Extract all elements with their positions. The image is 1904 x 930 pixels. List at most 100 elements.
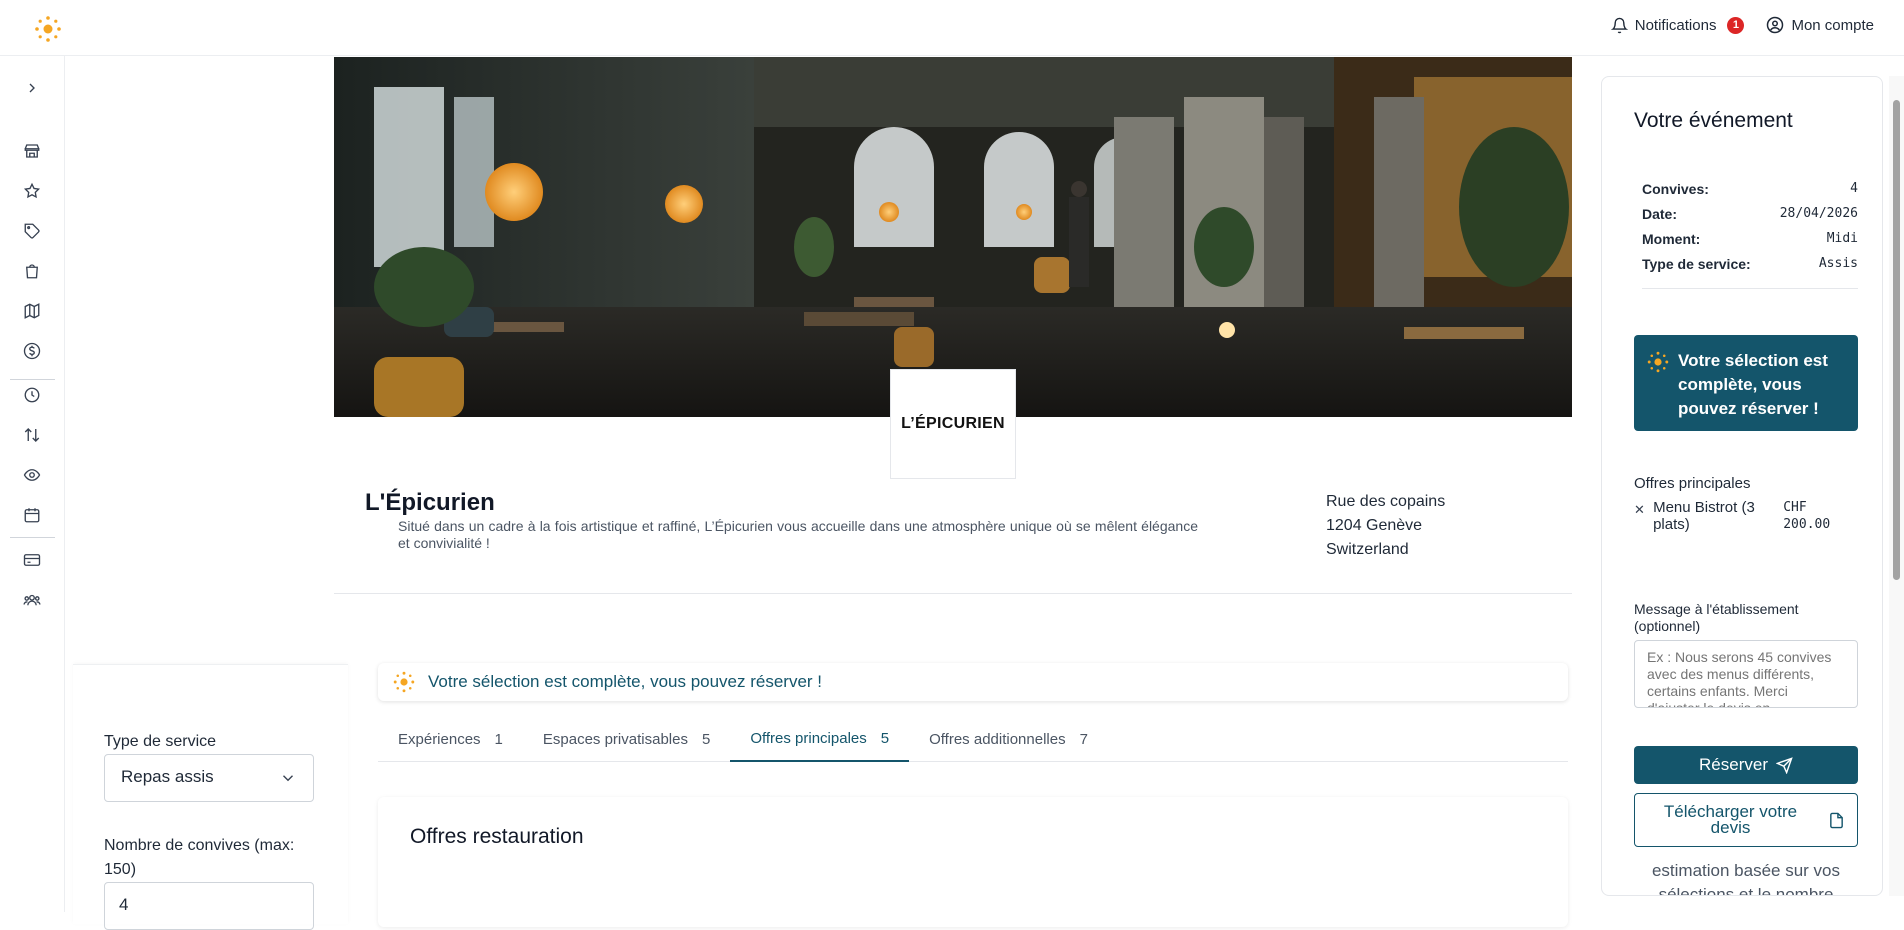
catering-offers-card: Offres restauration — [378, 797, 1568, 927]
event-row-key: Type de service: — [1642, 256, 1751, 272]
app-logo-icon[interactable] — [33, 14, 63, 44]
tab-experiences[interactable]: Expériences 1 — [378, 717, 523, 762]
sidebar-item-orders[interactable] — [21, 260, 43, 282]
guests-value: 4 — [119, 895, 129, 914]
tab-count: 1 — [494, 731, 503, 748]
account-label: Mon compte — [1791, 16, 1874, 34]
restaurant-hero-image — [334, 57, 1572, 417]
chevron-right-icon — [29, 83, 35, 93]
notice-text: Votre sélection est complète, vous pouve… — [1678, 351, 1828, 418]
selected-offer: ✕ Menu Bistrot (3 plats) CHF 200.00 — [1634, 499, 1858, 533]
sidebar-item-map[interactable] — [21, 300, 43, 322]
quote-label: Télécharger votre devis — [1663, 802, 1798, 837]
main-offers-heading: Offres principales — [1634, 475, 1751, 492]
bell-icon — [1610, 17, 1628, 33]
message-label: Message à l'établissement (optionnel) — [1634, 601, 1799, 634]
document-icon — [1830, 812, 1843, 828]
star-icon — [23, 182, 41, 199]
offer-tabs: Expériences 1 Espaces privatisables 5 Of… — [378, 717, 1568, 762]
tab-label: Offres additionnelles — [929, 731, 1066, 748]
transfer-icon — [24, 428, 40, 442]
clock-icon — [24, 387, 40, 403]
restaurant-name: L'Épicurien — [365, 489, 495, 516]
download-quote-button[interactable]: Télécharger votre devis — [1634, 793, 1858, 847]
sun-icon — [1647, 351, 1669, 373]
notifications-button[interactable]: Notifications 1 — [1610, 16, 1745, 34]
tab-label: Espaces privatisables — [542, 731, 688, 748]
selection-complete-notice: Votre sélection est complète, vous pouve… — [1634, 335, 1858, 431]
sidebar-item-pricing[interactable] — [21, 340, 43, 362]
service-type-select[interactable]: Repas assis — [104, 754, 314, 802]
sun-icon — [393, 671, 415, 693]
card-title: Offres restauration — [410, 825, 584, 848]
calendar-icon — [24, 508, 40, 523]
sidebar-item-billing[interactable] — [21, 549, 43, 571]
guests-label: Nombre de convives (max: 150) — [104, 837, 295, 878]
sidebar — [0, 56, 65, 912]
sidebar-item-views[interactable] — [21, 464, 43, 486]
selection-complete-banner: Votre sélection est complète, vous pouve… — [378, 663, 1568, 701]
notifications-label: Notifications — [1634, 16, 1717, 34]
chevron-down-icon — [283, 775, 293, 782]
reserve-label: Réserver — [1699, 755, 1768, 774]
tab-count: 7 — [1079, 731, 1088, 748]
service-type-label: Type de service — [104, 733, 217, 750]
event-row-value: 28/04/2026 — [1779, 206, 1858, 221]
send-icon — [1775, 756, 1793, 774]
expand-sidebar-button[interactable] — [21, 77, 43, 99]
tab-main-offers[interactable]: Offres principales 5 — [730, 717, 910, 762]
event-row-date: Date: 28/04/2026 — [1642, 206, 1858, 222]
notifications-badge: 1 — [1727, 16, 1745, 34]
sidebar-item-calendar[interactable] — [21, 504, 43, 526]
estimation-note: estimation basée sur vos sélections et l… — [1651, 861, 1841, 896]
tab-private-spaces[interactable]: Espaces privatisables 5 — [523, 717, 730, 762]
tab-label: Offres principales — [750, 730, 867, 747]
divider — [334, 593, 1572, 594]
event-title: Votre événement — [1634, 109, 1793, 132]
map-icon — [24, 303, 40, 319]
offer-price: CHF 200.00 — [1783, 500, 1831, 532]
sidebar-divider — [10, 537, 55, 538]
remove-offer-button[interactable]: ✕ — [1634, 499, 1653, 533]
event-row-value: Assis — [1818, 256, 1858, 271]
divider — [1642, 288, 1858, 289]
restaurant-address: Rue des copains 1204 Genève Switzerland — [1326, 490, 1445, 562]
sidebar-item-favorites[interactable] — [21, 180, 43, 202]
sidebar-item-transfers[interactable] — [21, 424, 43, 446]
event-panel: Votre événement Convives: 4 Date: 28/04/… — [1601, 76, 1883, 896]
users-icon — [23, 594, 41, 606]
reserve-button[interactable]: Réserver — [1634, 746, 1858, 784]
store-icon — [24, 144, 40, 158]
restaurant-description: Situé dans un cadre à la fois artistique… — [398, 518, 1198, 551]
card-icon — [23, 554, 41, 566]
guests-input[interactable]: 4 — [104, 882, 314, 930]
banner-text: Votre sélection est complète, vous pouve… — [428, 672, 823, 691]
tab-additional-offers[interactable]: Offres additionnelles 7 — [909, 717, 1108, 762]
event-row-moment: Moment: Midi — [1642, 231, 1858, 247]
tab-label: Expériences — [398, 731, 481, 748]
tab-count: 5 — [880, 730, 890, 747]
offer-name: Menu Bistrot (3 plats) — [1653, 499, 1755, 533]
dollar-icon — [23, 342, 41, 360]
sidebar-item-offers[interactable] — [21, 220, 43, 242]
scrollbar-thumb[interactable] — [1893, 100, 1900, 580]
restaurant-logo: L’ÉPICURIEN — [890, 369, 1016, 479]
address-line: Rue des copains — [1326, 493, 1446, 510]
account-button[interactable]: Mon compte — [1766, 16, 1874, 34]
eye-icon — [23, 469, 41, 481]
main-content: L’ÉPICURIEN L'Épicurien Situé dans un ca… — [334, 57, 1572, 927]
address-line: Switzerland — [1326, 541, 1409, 558]
event-row-guests: Convives: 4 — [1642, 181, 1858, 197]
event-row-key: Date: — [1642, 206, 1678, 222]
event-row-service: Type de service: Assis — [1642, 256, 1858, 272]
tag-icon — [24, 223, 40, 239]
event-row-value: Midi — [1826, 231, 1858, 246]
sidebar-item-team[interactable] — [21, 589, 43, 611]
event-row-key: Convives: — [1642, 181, 1709, 197]
service-type-value: Repas assis — [121, 767, 214, 786]
event-row-key: Moment: — [1642, 231, 1701, 247]
sidebar-item-venues[interactable] — [21, 140, 43, 162]
tab-count: 5 — [701, 731, 711, 748]
message-textarea[interactable] — [1634, 640, 1858, 708]
sidebar-item-history[interactable] — [21, 384, 43, 406]
